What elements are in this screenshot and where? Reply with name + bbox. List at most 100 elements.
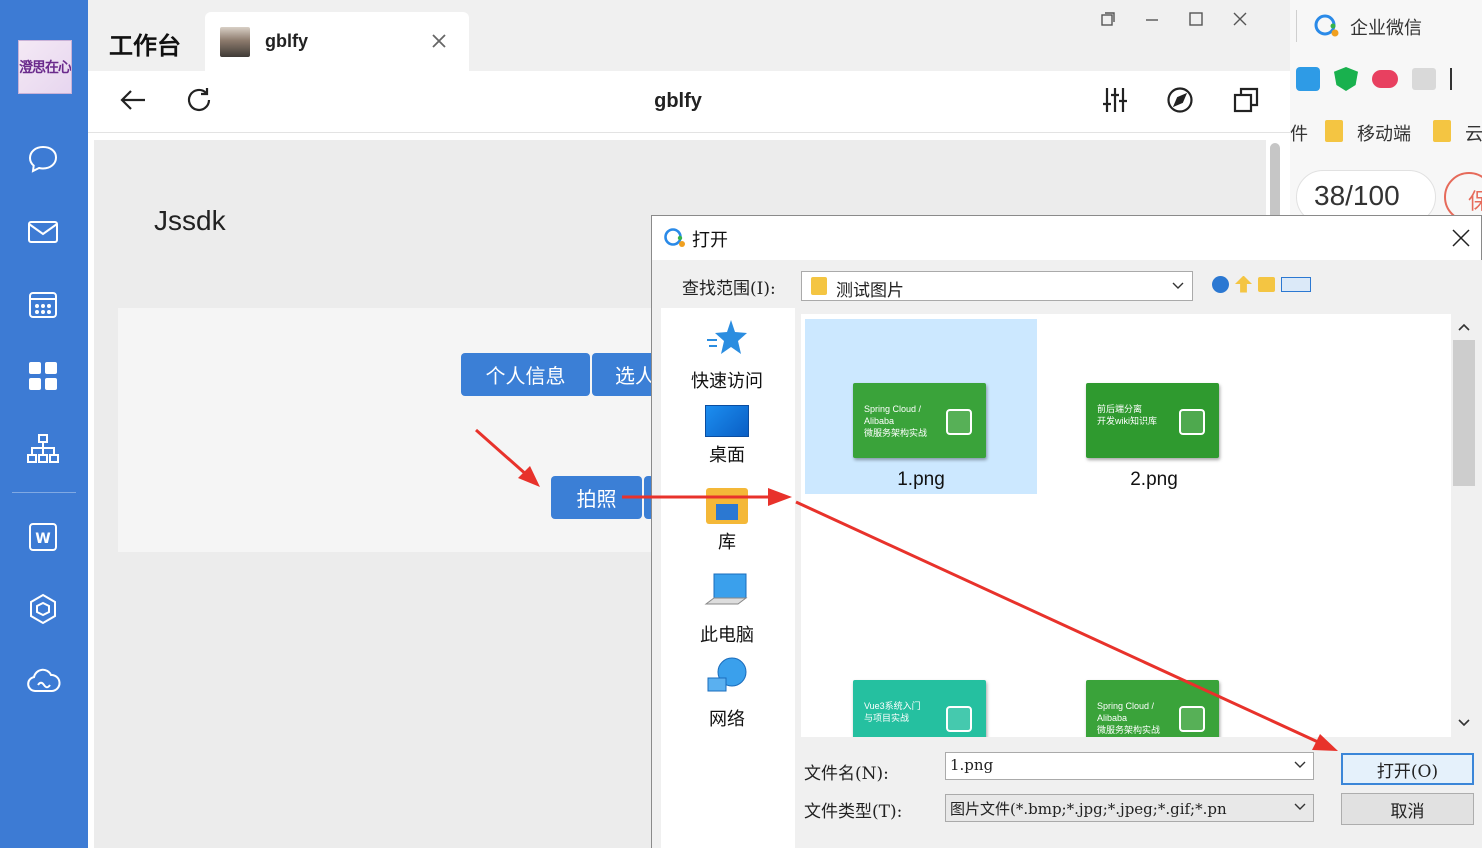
pin-window-icon[interactable] <box>1086 6 1130 32</box>
wecom-label: 企业微信 <box>1350 18 1422 39</box>
view-menu-icon[interactable] <box>1281 276 1311 292</box>
minimize-icon[interactable] <box>1130 6 1174 32</box>
thumb-text: 开发wiki知识库 <box>1097 416 1157 426</box>
back-nav-icon[interactable] <box>1212 275 1229 293</box>
thumb-text: Alibaba <box>1097 713 1128 723</box>
thumb-text: 前后端分离 <box>1097 404 1143 414</box>
dialog-close-icon[interactable] <box>1446 224 1476 252</box>
window-close-icon[interactable] <box>1218 6 1262 32</box>
scroll-down-icon[interactable] <box>1456 716 1472 730</box>
content-scrollbar[interactable] <box>1270 143 1280 223</box>
avatar[interactable]: 澄思在心 <box>18 40 72 94</box>
thumb-text: Alibaba <box>864 416 895 426</box>
rail-divider <box>12 492 76 493</box>
open-external-icon[interactable] <box>1230 84 1262 116</box>
take-photo-button[interactable]: 拍照 <box>551 476 642 519</box>
filename-label: 文件名(N): <box>804 764 889 784</box>
place-label: 快速访问 <box>691 371 763 392</box>
file-thumbnail: Spring Cloud / Alibaba 微服务架构实战 <box>1086 680 1219 737</box>
app-title: 工作台 <box>109 33 181 60</box>
download-icon[interactable] <box>1412 68 1436 90</box>
profile-button[interactable]: 个人信息 <box>461 353 590 396</box>
chevron-down-icon <box>1170 279 1186 293</box>
file-tile[interactable]: 前后端分离开发wiki知识库 2.png <box>1038 319 1270 494</box>
cancel-button[interactable]: 取消 <box>1341 793 1474 825</box>
file-tile[interactable]: Vue3系统入门 与项目实战 <box>805 616 1037 737</box>
compass-icon[interactable] <box>1164 84 1196 116</box>
place-desktop[interactable]: 桌面 <box>672 405 782 467</box>
cloud-node-icon <box>1179 706 1205 732</box>
monitor-icon <box>1179 409 1205 435</box>
file-tile-selected[interactable]: Spring Cloud / Alibaba 微服务架构实战 1.png <box>805 319 1037 494</box>
thumb-text: Vue3系统入门 <box>864 701 921 711</box>
score-text: 38/100 <box>1314 180 1400 211</box>
shield-icon[interactable] <box>1334 67 1358 91</box>
du-icon[interactable] <box>1372 70 1398 88</box>
place-label: 桌面 <box>709 445 745 466</box>
folder-icon <box>811 277 827 295</box>
computer-icon <box>704 573 748 605</box>
separator <box>1296 10 1297 42</box>
place-label: 网络 <box>709 709 745 730</box>
lookin-value: 测试图片 <box>836 281 904 301</box>
cloud-node-icon <box>946 409 972 435</box>
translate-icon[interactable] <box>1450 68 1470 90</box>
file-thumbnail: 前后端分离开发wiki知识库 <box>1086 383 1219 458</box>
dialog-app-icon <box>663 227 687 249</box>
folder-icon <box>1433 120 1451 142</box>
apps-icon[interactable] <box>1296 67 1320 91</box>
thumb-text: 与项目实战 <box>864 713 910 723</box>
maximize-icon[interactable] <box>1174 6 1218 32</box>
library-icon <box>706 488 748 524</box>
settings-sliders-icon[interactable] <box>1099 84 1131 116</box>
doc-icon[interactable]: W <box>22 516 64 558</box>
thumb-text: 微服务架构实战 <box>864 428 928 438</box>
dialog-title: 打开 <box>692 230 728 251</box>
file-name: 2.png <box>1130 469 1178 490</box>
desktop-icon <box>705 405 749 437</box>
thumb-text: 微服务架构实战 <box>1097 725 1161 735</box>
place-label: 库 <box>718 532 736 553</box>
wecom-logo-icon <box>1313 13 1341 39</box>
tab-label: gblfy <box>265 31 308 51</box>
scrollbar-thumb[interactable] <box>1453 340 1475 486</box>
tab-close-icon[interactable] <box>426 28 452 54</box>
chevron-down-icon[interactable] <box>1292 800 1308 814</box>
org-icon[interactable] <box>22 428 64 470</box>
cloud-icon[interactable] <box>22 660 64 702</box>
place-label: 此电脑 <box>700 625 754 646</box>
bookmark-mobile[interactable]: 移动端 <box>1357 120 1411 146</box>
place-quick-access[interactable]: 快速访问 <box>672 318 782 393</box>
open-button[interactable]: 打开(O) <box>1341 753 1474 785</box>
scroll-up-icon[interactable] <box>1456 320 1472 334</box>
calendar-icon[interactable] <box>22 283 64 325</box>
dialog-toolbar <box>1212 274 1316 294</box>
place-library[interactable]: 库 <box>672 488 782 554</box>
place-network[interactable]: 网络 <box>672 656 782 731</box>
bookmark-partial[interactable]: 件 <box>1290 120 1308 146</box>
lookin-label: 查找范围(I): <box>682 279 776 299</box>
globe-icon <box>707 657 747 692</box>
place-this-pc[interactable]: 此电脑 <box>672 572 782 647</box>
bookmark-cloud[interactable]: 云 <box>1465 120 1482 146</box>
file-thumbnail: Vue3系统入门 与项目实战 <box>853 680 986 737</box>
extension-toolbar <box>1296 64 1482 94</box>
up-folder-icon[interactable] <box>1235 275 1252 293</box>
back-icon[interactable] <box>117 84 149 116</box>
workbench-icon[interactable] <box>22 355 64 397</box>
file-list: Spring Cloud / Alibaba 微服务架构实战 1.png 前后端分离… <box>801 314 1451 737</box>
refresh-icon[interactable] <box>183 84 215 116</box>
cube-icon[interactable] <box>22 588 64 630</box>
page-heading: Jssdk <box>154 205 226 236</box>
chevron-down-icon[interactable] <box>1292 758 1308 772</box>
left-rail <box>0 0 88 848</box>
chat-icon[interactable] <box>22 138 64 180</box>
file-tile[interactable]: Spring Cloud / Alibaba 微服务架构实战 <box>1038 616 1270 737</box>
window-controls <box>1086 6 1262 32</box>
vue-icon <box>946 706 972 732</box>
filename-value: 1.png <box>950 756 994 774</box>
mail-icon[interactable] <box>22 211 64 253</box>
new-folder-icon[interactable] <box>1258 276 1275 292</box>
folder-icon <box>1325 120 1343 142</box>
thumb-text: Spring Cloud / <box>864 404 922 414</box>
